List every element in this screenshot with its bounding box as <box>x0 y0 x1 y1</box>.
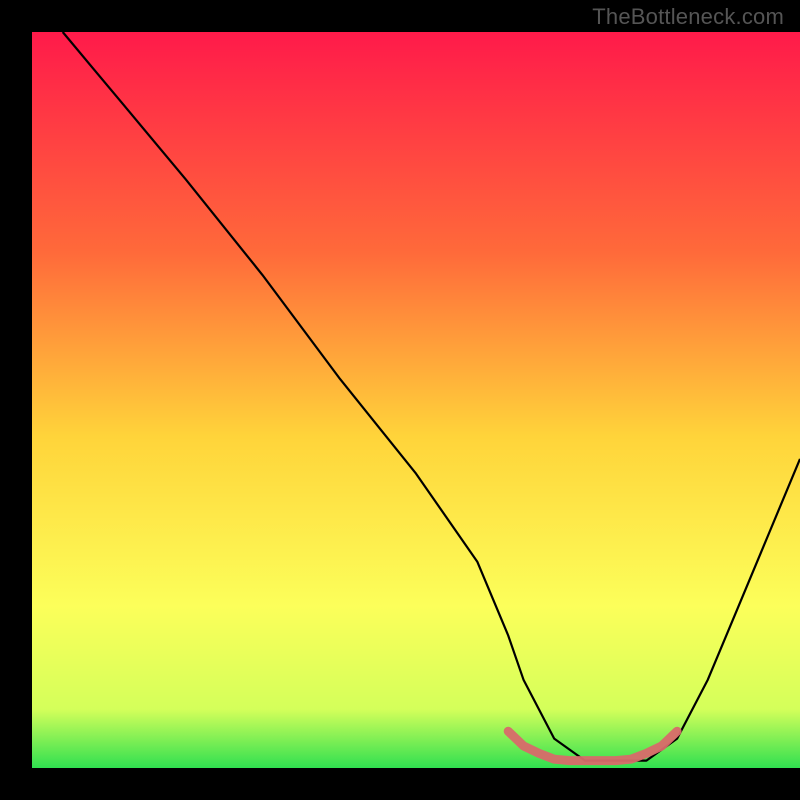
chart-container: TheBottleneck.com <box>0 0 800 800</box>
gradient-background <box>32 32 800 768</box>
frame-bottom <box>0 768 800 800</box>
watermark-text: TheBottleneck.com <box>592 4 784 30</box>
frame-left <box>0 0 32 800</box>
bottleneck-chart <box>0 0 800 800</box>
